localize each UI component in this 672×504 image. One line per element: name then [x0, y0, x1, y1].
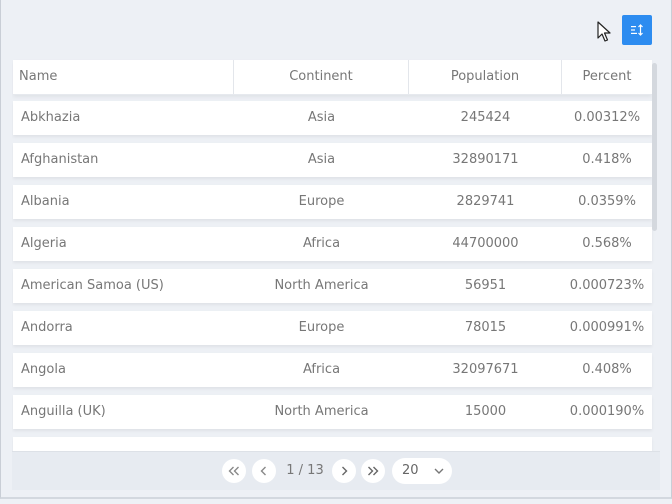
cell-percent: 0.408% — [582, 362, 632, 377]
next-page-button[interactable] — [332, 459, 356, 483]
cell-population: 245424 — [460, 110, 511, 125]
column-header-population[interactable]: Population — [409, 60, 562, 94]
cell-continent: Europe — [298, 194, 345, 209]
column-header-percent[interactable]: Percent — [562, 60, 652, 94]
sort-icon — [631, 24, 643, 36]
page-indicator: 1 / 13 — [286, 463, 324, 478]
cell-name: Andorra — [21, 320, 73, 335]
cell-name: American Samoa (US) — [21, 278, 164, 293]
cell-population: 2829741 — [456, 194, 515, 209]
page-size-value: 20 — [402, 463, 419, 478]
last-page-button[interactable] — [361, 459, 385, 483]
cell-name: Albania — [21, 194, 70, 209]
cell-population: 56951 — [464, 278, 507, 293]
table-row-partial[interactable] — [13, 437, 652, 451]
previous-page-button[interactable] — [252, 459, 276, 483]
table-row[interactable]: Andorra Europe 78015 0.000991% — [13, 311, 652, 345]
chevron-right-icon — [342, 466, 348, 476]
chevron-left-icon — [260, 466, 266, 476]
table-header: Name Continent Population Percent — [13, 60, 652, 95]
cell-population: 15000 — [464, 404, 507, 419]
cell-percent: 0.0359% — [578, 194, 636, 209]
cell-continent: North America — [274, 278, 369, 293]
cell-name: Anguilla (UK) — [21, 404, 106, 419]
sort-button[interactable] — [622, 15, 652, 45]
cell-population: 32890171 — [452, 152, 519, 167]
pagination-bar: 1 / 13 20 — [12, 451, 660, 490]
mouse-cursor-icon — [597, 21, 611, 42]
table-row[interactable]: Algeria Africa 44700000 0.568% — [13, 227, 652, 261]
cell-name: Algeria — [21, 236, 67, 251]
cell-name: Afghanistan — [21, 152, 99, 167]
table-row[interactable]: Anguilla (UK) North America 15000 0.0001… — [13, 395, 652, 429]
cell-percent: 0.418% — [582, 152, 632, 167]
table-row[interactable]: Afghanistan Asia 32890171 0.418% — [13, 143, 652, 177]
cell-percent: 0.000190% — [569, 404, 645, 419]
column-header-name[interactable]: Name — [13, 60, 234, 94]
cell-population: 78015 — [464, 320, 507, 335]
double-chevron-left-icon — [228, 466, 239, 476]
cell-percent: 0.00312% — [573, 110, 641, 125]
first-page-button[interactable] — [222, 459, 246, 483]
cell-population: 32097671 — [452, 362, 519, 377]
cell-continent: Africa — [302, 362, 341, 377]
column-header-continent[interactable]: Continent — [234, 60, 409, 94]
cell-population: 44700000 — [452, 236, 519, 251]
double-chevron-right-icon — [368, 466, 379, 476]
table-row[interactable]: American Samoa (US) North America 56951 … — [13, 269, 652, 303]
cell-name: Angola — [21, 362, 66, 377]
cell-continent: Europe — [298, 320, 345, 335]
cell-percent: 0.568% — [582, 236, 632, 251]
cell-percent: 0.000991% — [569, 320, 645, 335]
vertical-scrollbar[interactable] — [652, 63, 657, 231]
data-table: Name Continent Population Percent Abkhaz… — [12, 59, 660, 451]
table-body: Abkhazia Asia 245424 0.00312% Afghanista… — [13, 101, 652, 451]
cell-continent: Asia — [307, 110, 336, 125]
table-row[interactable]: Albania Europe 2829741 0.0359% — [13, 185, 652, 219]
cell-continent: Africa — [302, 236, 341, 251]
cell-continent: Asia — [307, 152, 336, 167]
table-row[interactable]: Angola Africa 32097671 0.408% — [13, 353, 652, 387]
cell-percent: 0.000723% — [569, 278, 645, 293]
chevron-down-icon — [434, 458, 444, 494]
cell-continent: North America — [274, 404, 369, 419]
cell-name: Abkhazia — [21, 110, 81, 125]
table-row[interactable]: Abkhazia Asia 245424 0.00312% — [13, 101, 652, 135]
page-size-select[interactable]: 20 — [392, 458, 452, 484]
